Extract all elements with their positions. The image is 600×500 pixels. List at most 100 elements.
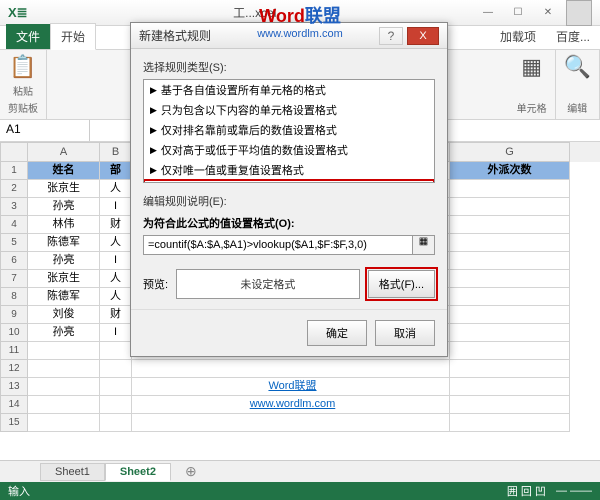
cell[interactable]: 张京生: [28, 270, 100, 288]
cell[interactable]: [100, 378, 132, 396]
row-header[interactable]: 5: [0, 234, 28, 252]
formula-input[interactable]: [143, 235, 413, 255]
cell[interactable]: [28, 360, 100, 378]
name-box[interactable]: A1: [0, 120, 90, 141]
cell[interactable]: 刘俊: [28, 306, 100, 324]
cell[interactable]: 人: [100, 234, 132, 252]
cell[interactable]: 陈德军: [28, 234, 100, 252]
rule-type-item[interactable]: ▶仅对高于或低于平均值的数值设置格式: [144, 140, 434, 160]
cell[interactable]: [100, 360, 132, 378]
cell[interactable]: www.wordlm.com: [132, 396, 450, 414]
dialog-titlebar[interactable]: 新建格式规则 ? X: [131, 23, 447, 49]
cell[interactable]: 人: [100, 270, 132, 288]
cell[interactable]: 人: [100, 180, 132, 198]
cell[interactable]: [100, 342, 132, 360]
cell[interactable]: 陈德军: [28, 288, 100, 306]
tab-file[interactable]: 文件: [6, 24, 50, 49]
row-header[interactable]: 9: [0, 306, 28, 324]
row-header[interactable]: 15: [0, 414, 28, 432]
tab-baidu[interactable]: 百度...: [546, 24, 600, 49]
cell[interactable]: [450, 378, 570, 396]
row-header[interactable]: 4: [0, 216, 28, 234]
cell[interactable]: [450, 198, 570, 216]
cell[interactable]: [132, 360, 450, 378]
user-avatar[interactable]: [566, 0, 592, 26]
format-button[interactable]: 格式(F)...: [368, 270, 435, 298]
cell[interactable]: 外派次数: [450, 162, 570, 180]
row-header[interactable]: 2: [0, 180, 28, 198]
row-header[interactable]: 13: [0, 378, 28, 396]
col-header-a[interactable]: A: [28, 142, 100, 162]
cells-icon[interactable]: ▦: [521, 54, 542, 80]
cell[interactable]: 财: [100, 216, 132, 234]
cell[interactable]: [450, 288, 570, 306]
cell[interactable]: [450, 216, 570, 234]
paste-icon[interactable]: 📋: [9, 54, 36, 80]
cell[interactable]: 姓名: [28, 162, 100, 180]
cell[interactable]: [450, 270, 570, 288]
cell[interactable]: [100, 414, 132, 432]
cell[interactable]: 孙亮: [28, 198, 100, 216]
cell[interactable]: [450, 396, 570, 414]
cell[interactable]: [450, 324, 570, 342]
cell[interactable]: [450, 342, 570, 360]
dialog-help-button[interactable]: ?: [379, 27, 403, 45]
cell[interactable]: 财: [100, 306, 132, 324]
cell[interactable]: [450, 252, 570, 270]
tab-home[interactable]: 开始: [50, 23, 96, 50]
cell[interactable]: [450, 414, 570, 432]
cell[interactable]: [450, 234, 570, 252]
view-buttons[interactable]: 囲 回 凹: [507, 483, 546, 499]
row-header[interactable]: 1: [0, 162, 28, 180]
cell[interactable]: I: [100, 324, 132, 342]
row-header[interactable]: 11: [0, 342, 28, 360]
maximize-button[interactable]: ☐: [504, 4, 532, 22]
rule-type-list[interactable]: ▶基于各自值设置所有单元格的格式▶只为包含以下内容的单元格设置格式▶仅对排名靠前…: [143, 79, 435, 183]
cell[interactable]: [28, 342, 100, 360]
zoom-slider[interactable]: — ——: [556, 485, 592, 497]
cell[interactable]: Word联盟: [132, 378, 450, 396]
rule-type-item[interactable]: ▶基于各自值设置所有单元格的格式: [144, 80, 434, 100]
cell[interactable]: 孙亮: [28, 252, 100, 270]
row-header[interactable]: 10: [0, 324, 28, 342]
new-sheet-button[interactable]: ⊕: [171, 461, 211, 482]
select-all-corner[interactable]: [0, 142, 28, 162]
close-button[interactable]: ✕: [534, 4, 562, 22]
cell[interactable]: [28, 378, 100, 396]
cell[interactable]: [450, 180, 570, 198]
col-header-g[interactable]: G: [450, 142, 570, 162]
row-header[interactable]: 3: [0, 198, 28, 216]
cell[interactable]: 张京生: [28, 180, 100, 198]
cell[interactable]: 人: [100, 288, 132, 306]
cell[interactable]: [450, 306, 570, 324]
cell[interactable]: [28, 396, 100, 414]
cell[interactable]: 部: [100, 162, 132, 180]
col-header-b[interactable]: B: [100, 142, 132, 162]
rule-type-item[interactable]: ▶使用公式确定要设置格式的单元格: [144, 180, 434, 183]
dialog-close-button[interactable]: X: [407, 27, 439, 45]
row-header[interactable]: 8: [0, 288, 28, 306]
rule-type-item[interactable]: ▶只为包含以下内容的单元格设置格式: [144, 100, 434, 120]
tab-addin[interactable]: 加载项: [490, 24, 546, 49]
rule-type-item[interactable]: ▶仅对唯一值或重复值设置格式: [144, 160, 434, 180]
minimize-button[interactable]: —: [474, 4, 502, 22]
cell[interactable]: I: [100, 198, 132, 216]
cell[interactable]: [450, 360, 570, 378]
row-header[interactable]: 12: [0, 360, 28, 378]
editing-icon[interactable]: 🔍: [564, 54, 591, 80]
row-header[interactable]: 7: [0, 270, 28, 288]
range-picker-icon[interactable]: ▦: [413, 235, 435, 255]
cell[interactable]: 林伟: [28, 216, 100, 234]
sheet-tab-2[interactable]: Sheet2: [105, 463, 171, 481]
rule-type-item[interactable]: ▶仅对排名靠前或靠后的数值设置格式: [144, 120, 434, 140]
row-header[interactable]: 6: [0, 252, 28, 270]
cell[interactable]: [28, 414, 100, 432]
cell[interactable]: [100, 396, 132, 414]
ok-button[interactable]: 确定: [307, 320, 367, 346]
cell[interactable]: 孙亮: [28, 324, 100, 342]
cell[interactable]: [132, 414, 450, 432]
sheet-tab-1[interactable]: Sheet1: [40, 463, 105, 481]
cell[interactable]: I: [100, 252, 132, 270]
cancel-button[interactable]: 取消: [375, 320, 435, 346]
row-header[interactable]: 14: [0, 396, 28, 414]
